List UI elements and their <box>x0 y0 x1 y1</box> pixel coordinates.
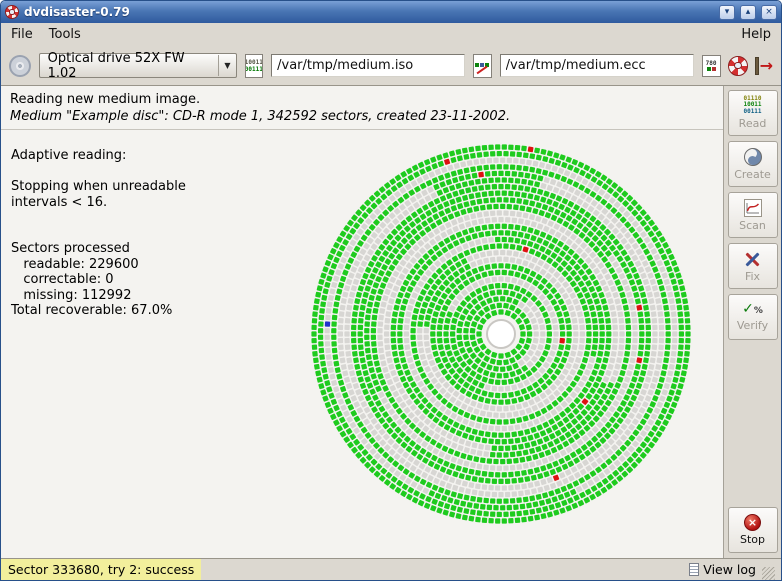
ecc-file-icon <box>473 54 492 78</box>
view-log-button[interactable]: View log <box>689 562 756 577</box>
drive-select-value: Optical drive 52X FW 1.02 <box>48 51 215 81</box>
iso-file-icon: 10011 00111 <box>245 54 264 78</box>
ecc-icon-pen <box>477 65 488 74</box>
close-button[interactable]: × <box>761 5 777 20</box>
operation-status-text: Reading new medium image. <box>10 91 714 108</box>
scan-button-label: Scan <box>739 219 766 232</box>
preferences-icon-marks <box>707 67 716 71</box>
create-button-label: Create <box>734 168 771 181</box>
verify-button-label: Verify <box>737 319 768 332</box>
content-row: Reading new medium image. Medium "Exampl… <box>1 86 781 558</box>
reading-area: Adaptive reading: Stopping when unreadab… <box>1 130 723 558</box>
read-button[interactable]: 01110 10011 00111 Read <box>728 90 778 136</box>
main-column: Reading new medium image. Medium "Exampl… <box>1 86 724 558</box>
create-button[interactable]: Create <box>728 141 778 187</box>
toolbar-right-group: 780 → <box>702 55 773 77</box>
toolbar: Optical drive 52X FW 1.02 ▼ 10011 00111 … <box>1 46 781 86</box>
fix-tools-icon <box>743 250 763 268</box>
medium-info-text: Medium "Example disc": CD-R mode 1, 3425… <box>10 108 714 125</box>
read-button-label: Read <box>739 117 767 130</box>
resize-grip[interactable] <box>762 567 775 580</box>
stop-icon: × <box>744 514 761 531</box>
verify-check-icon: ✓ % <box>742 302 763 317</box>
preferences-icon[interactable]: 780 <box>702 55 721 77</box>
window-icon[interactable] <box>5 5 19 19</box>
minimize-button[interactable]: ▾ <box>719 5 735 20</box>
iso-icon-digits: 00111 <box>245 66 263 73</box>
fix-button[interactable]: Fix <box>728 243 778 289</box>
maximize-button[interactable]: ▴ <box>740 5 756 20</box>
fix-button-label: Fix <box>745 270 760 283</box>
stop-button-label: Stop <box>740 533 765 546</box>
log-page-icon <box>689 563 699 576</box>
app-window: dvdisaster-0.79 ▾ ▴ × File Tools Help Op… <box>0 0 782 581</box>
drive-icon[interactable] <box>9 55 31 77</box>
menu-help[interactable]: Help <box>733 24 779 45</box>
stop-button[interactable]: × Stop <box>728 507 778 553</box>
preferences-icon-text: 780 <box>706 60 717 67</box>
window-title: dvdisaster-0.79 <box>24 5 130 19</box>
read-binary-icon: 01110 10011 00111 <box>743 96 761 116</box>
ecc-icon-marks <box>475 63 489 67</box>
iso-path-input[interactable] <box>271 54 465 77</box>
view-log-label: View log <box>703 562 756 577</box>
quit-icon[interactable]: → <box>755 57 773 75</box>
verify-button[interactable]: ✓ % Verify <box>728 294 778 340</box>
disc-spiral-visualization <box>301 134 701 534</box>
quit-arrow-icon: → <box>760 58 773 74</box>
adaptive-reading-info: Adaptive reading: Stopping when unreadab… <box>11 148 186 319</box>
status-header: Reading new medium image. Medium "Exampl… <box>1 86 723 130</box>
status-message: Sector 333680, try 2: success <box>1 559 201 580</box>
ecc-path-input[interactable] <box>500 54 694 77</box>
chevron-down-icon: ▼ <box>218 55 230 76</box>
action-sidebar: 01110 10011 00111 Read Create Scan <box>724 86 781 558</box>
scan-chart-icon <box>744 199 762 217</box>
menu-file[interactable]: File <box>3 24 41 45</box>
menubar: File Tools Help <box>1 23 781 46</box>
create-yinyang-icon <box>744 148 762 166</box>
help-lifering-icon[interactable] <box>728 56 748 76</box>
scan-button[interactable]: Scan <box>728 192 778 238</box>
statusbar: Sector 333680, try 2: success View log <box>1 558 781 580</box>
iso-icon-digits: 10011 <box>245 59 263 66</box>
titlebar[interactable]: dvdisaster-0.79 ▾ ▴ × <box>1 1 781 23</box>
menu-tools[interactable]: Tools <box>41 24 89 45</box>
drive-select[interactable]: Optical drive 52X FW 1.02 ▼ <box>39 53 237 78</box>
quit-door-icon <box>755 57 759 75</box>
